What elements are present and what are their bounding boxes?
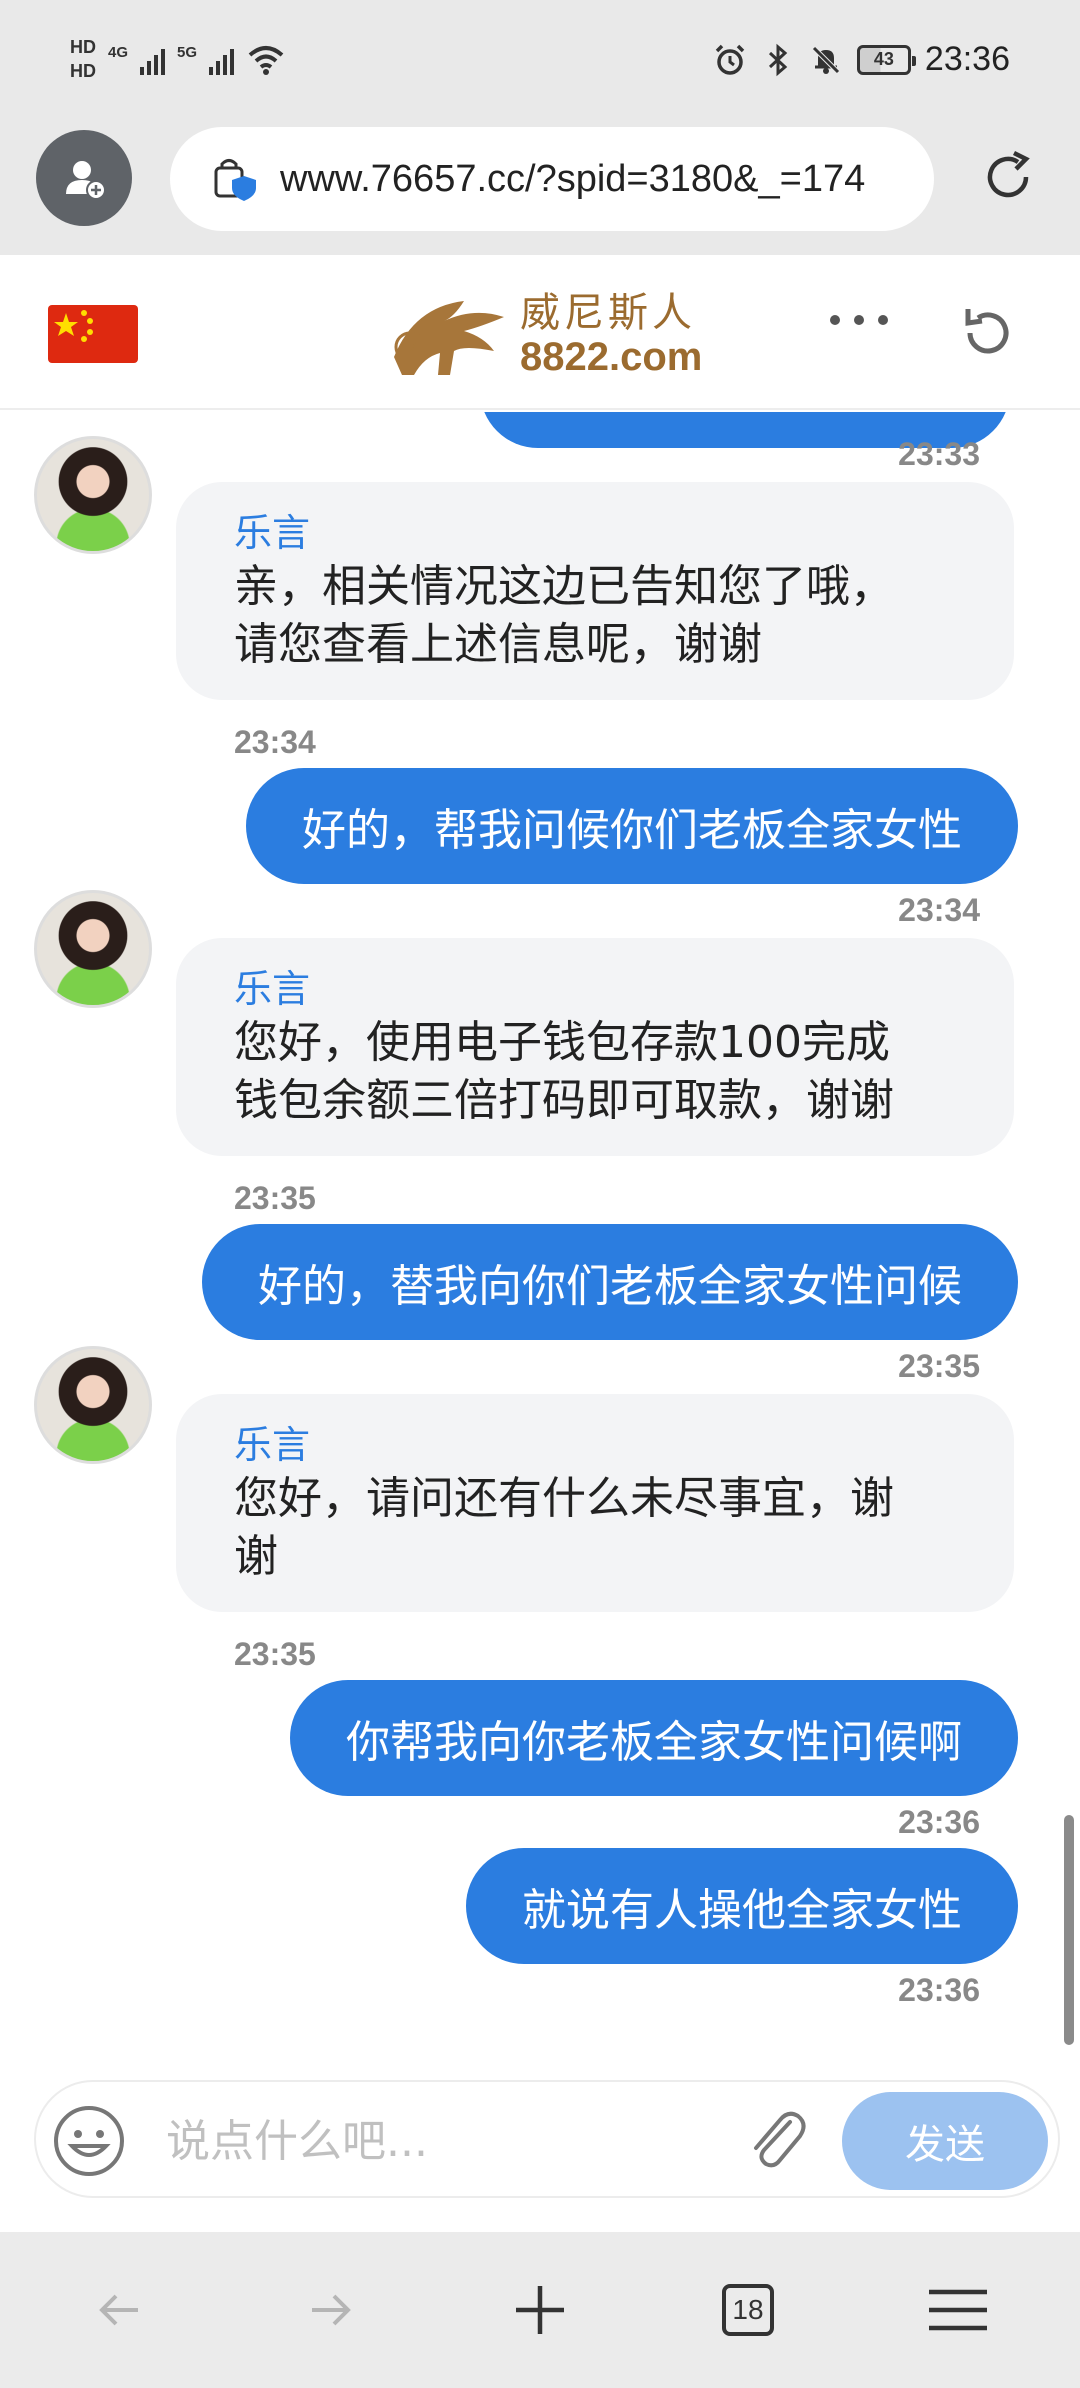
site-logo: V 威尼斯人 8822.com xyxy=(384,285,714,385)
agent-avatar[interactable] xyxy=(34,1346,152,1464)
url-field[interactable]: www.76657.cc/?spid=3180&_=174 xyxy=(170,127,934,231)
status-time: 23:36 xyxy=(924,40,1010,78)
alarm-icon xyxy=(715,44,745,75)
emoji-icon[interactable] xyxy=(50,2102,128,2180)
agent-name: 乐言 xyxy=(234,1423,311,1467)
agent-message-bubble: 乐言 亲，相关情况这边已告知您了哦， 请您查看上述信息呢，谢谢 xyxy=(176,482,1014,700)
agent-message-line: 您好，请问还有什么未尽事宜，谢 xyxy=(234,1473,894,1524)
agent-message-line: 请您查看上述信息呢，谢谢 xyxy=(234,619,762,670)
timestamp: 23:35 xyxy=(234,1636,316,1672)
agent-message-line: 钱包余额三倍打码即可取款，谢谢 xyxy=(234,1075,894,1126)
user-message-bubble: 好的，替我向你们老板全家女性问候 xyxy=(202,1224,1018,1340)
china-flag-icon[interactable] xyxy=(48,305,138,363)
agent-name: 乐言 xyxy=(234,967,311,1011)
refresh-icon[interactable] xyxy=(956,303,1016,363)
back-button[interactable] xyxy=(80,2270,160,2350)
agent-name: 乐言 xyxy=(234,511,311,555)
timestamp: 23:34 xyxy=(898,892,980,928)
signal-icon-1 xyxy=(140,43,166,75)
timestamp: 23:36 xyxy=(898,1972,980,2008)
browser-address-bar: www.76657.cc/?spid=3180&_=174 xyxy=(0,125,1080,255)
chat-scrollbar[interactable] xyxy=(1064,1815,1074,2045)
user-message-bubble: 你帮我向你老板全家女性问候啊 xyxy=(290,1680,1018,1796)
user-message-text: 就说有人操他全家女性 xyxy=(522,1885,962,1936)
agent-message-line: 谢 xyxy=(234,1531,278,1582)
network-type-2: 5G xyxy=(177,44,198,61)
user-message-text: 你帮我向你老板全家女性问候啊 xyxy=(346,1717,962,1768)
timestamp: 23:35 xyxy=(898,1348,980,1384)
agent-message-line: 亲，相关情况这边已告知您了哦， xyxy=(234,561,894,612)
logo-chinese-text: 威尼斯人 xyxy=(520,290,696,336)
user-message-bubble: 好的，帮我问候你们老板全家女性 xyxy=(246,768,1018,884)
signal-icon-2 xyxy=(209,43,235,75)
agent-message-bubble: 乐言 您好，请问还有什么未尽事宜，谢 谢 xyxy=(176,1394,1014,1612)
menu-button[interactable] xyxy=(918,2270,998,2350)
forward-button[interactable] xyxy=(290,2270,370,2350)
send-button[interactable]: 发送 xyxy=(842,2092,1048,2190)
site-header: V 威尼斯人 8822.com xyxy=(0,255,1080,410)
paperclip-icon[interactable] xyxy=(736,2100,816,2180)
browser-nav-bar: 18 xyxy=(0,2232,1080,2388)
network-type-1: 4G xyxy=(108,44,129,61)
agent-avatar[interactable] xyxy=(34,890,152,1008)
plus-icon xyxy=(516,2286,564,2334)
bluetooth-icon xyxy=(768,43,788,76)
new-tab-button[interactable] xyxy=(500,2270,580,2350)
winged-lion-icon: V xyxy=(394,301,504,375)
status-bar: HD HD 4G 5G 43 23:36 xyxy=(0,0,1080,125)
agent-message-line: 您好，使用电子钱包存款100完成 xyxy=(234,1017,890,1068)
tabs-count: 18 xyxy=(722,2284,774,2336)
browser-reload-icon[interactable] xyxy=(978,147,1038,207)
secure-shield-icon xyxy=(214,159,256,201)
message-input[interactable] xyxy=(166,2106,746,2176)
battery-icon: 43 xyxy=(856,44,916,75)
user-message-bubble: 就说有人操他全家女性 xyxy=(466,1848,1018,1964)
hd-badge-2: HD xyxy=(70,61,96,81)
logo-domain-text: 8822.com xyxy=(520,335,703,379)
timestamp: 23:34 xyxy=(234,724,316,760)
agent-avatar[interactable] xyxy=(34,436,152,554)
message-composer: 发送 xyxy=(34,2080,1060,2198)
timestamp: 23:35 xyxy=(234,1180,316,1216)
profile-button[interactable] xyxy=(36,130,132,226)
wifi-icon xyxy=(248,46,284,75)
battery-level: 43 xyxy=(873,49,894,69)
url-text: www.76657.cc/?spid=3180&_=174 xyxy=(280,157,866,200)
user-add-icon xyxy=(66,161,106,200)
user-message-text: 好的，帮我问候你们老板全家女性 xyxy=(302,805,962,856)
arrow-left-icon xyxy=(99,2294,138,2326)
tabs-button[interactable]: 18 xyxy=(708,2270,788,2350)
agent-message-bubble: 乐言 您好，使用电子钱包存款100完成 钱包余额三倍打码即可取款，谢谢 xyxy=(176,938,1014,1156)
timestamp: 23:36 xyxy=(898,1804,980,1840)
arrow-right-icon xyxy=(312,2294,351,2326)
hamburger-menu-icon xyxy=(929,2289,987,2331)
chat-area[interactable]: 23:33 乐言 亲，相关情况这边已告知您了哦， 请您查看上述信息呢，谢谢 23… xyxy=(0,412,1080,2072)
more-options-icon[interactable] xyxy=(830,315,888,325)
timestamp: 23:33 xyxy=(898,436,980,472)
svg-text:V: V xyxy=(402,335,418,359)
mute-bell-icon xyxy=(812,45,840,74)
user-message-text: 好的，替我向你们老板全家女性问候 xyxy=(258,1261,962,1312)
hd-badge-1: HD xyxy=(70,37,96,57)
